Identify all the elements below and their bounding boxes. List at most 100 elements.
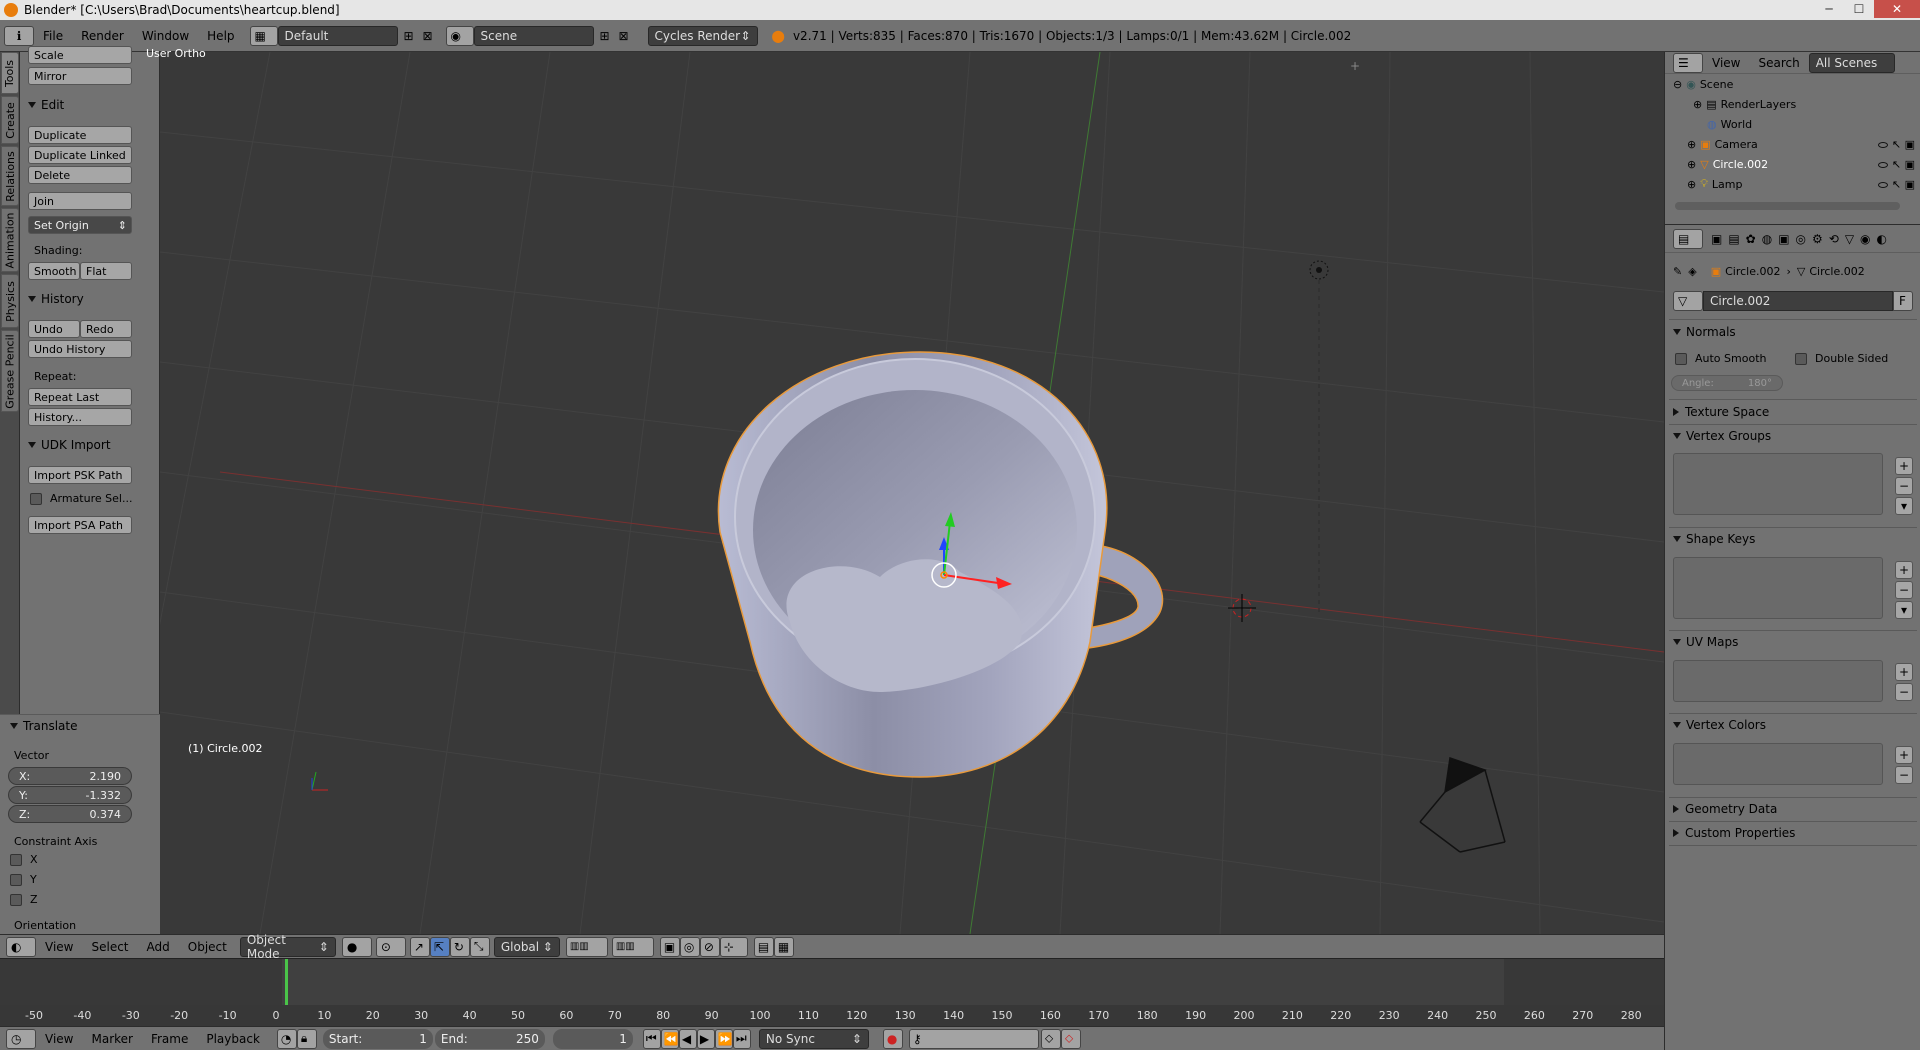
scene-field[interactable]: Scene: [473, 25, 594, 46]
custom-properties-panel-header[interactable]: Custom Properties: [1673, 826, 1795, 840]
menu-window[interactable]: Window: [133, 29, 198, 43]
scene-layers-icon[interactable]: ▥▥: [565, 936, 608, 957]
snap-element-icon[interactable]: ⊹: [719, 936, 748, 957]
render-engine-select[interactable]: Cycles Render ⇕: [647, 25, 758, 46]
translate-manipulator-icon[interactable]: ⇱: [429, 936, 450, 957]
import-psa-button[interactable]: Import PSA Path: [28, 516, 132, 534]
remove-vertex-color-icon[interactable]: −: [1895, 766, 1913, 784]
lock-camera-icon[interactable]: ▣: [659, 936, 680, 957]
play-reverse-icon[interactable]: ◀: [678, 1028, 697, 1049]
keying-set-icon[interactable]: ⚷: [908, 1028, 1039, 1049]
lock-range-icon[interactable]: 🔒︎: [296, 1028, 317, 1049]
add-vertex-group-icon[interactable]: +: [1895, 457, 1913, 475]
editor-type-timeline-icon[interactable]: ◷: [6, 1028, 36, 1049]
record-icon[interactable]: ●: [882, 1028, 903, 1049]
menu-marker[interactable]: Marker: [82, 1032, 141, 1046]
tab-relations[interactable]: Relations: [1, 146, 19, 206]
add-scene-icon[interactable]: ⊞: [594, 26, 616, 46]
jump-end-icon[interactable]: ⏭: [732, 1028, 751, 1049]
outliner-row-circle[interactable]: ⊕ ▽ Circle.002 ↖ ▣: [1665, 154, 1920, 174]
texture-space-panel-header[interactable]: Texture Space: [1673, 405, 1769, 419]
outliner-filter-select[interactable]: All Scenes: [1808, 52, 1895, 73]
transform-orientation-select[interactable]: Global ⇕: [493, 936, 560, 957]
add-vertex-color-icon[interactable]: +: [1895, 746, 1913, 764]
expand-icon[interactable]: ⊕: [1687, 138, 1696, 151]
add-layout-icon[interactable]: ⊞: [398, 26, 420, 46]
delete-button[interactable]: Delete: [28, 166, 132, 184]
jump-key-forward-icon[interactable]: ⏩: [714, 1028, 733, 1049]
outliner-menu-view[interactable]: View: [1703, 56, 1749, 70]
constraint-x-row[interactable]: X: [10, 853, 38, 866]
vertex-colors-panel-header[interactable]: Vertex Colors: [1673, 718, 1766, 732]
3d-viewport[interactable]: +: [160, 52, 1664, 934]
viewport-shading-icon[interactable]: ●: [341, 936, 372, 957]
outliner-row-scene[interactable]: ⊖ ◉ Scene: [1665, 74, 1920, 94]
end-frame-field[interactable]: End: 250: [434, 1028, 545, 1049]
editor-type-3d-icon[interactable]: ◐: [6, 936, 36, 957]
edit-panel-header[interactable]: Edit: [28, 98, 64, 112]
camera-object[interactable]: [1419, 756, 1506, 853]
properties-context-icons[interactable]: ▣▤✿◍▣◎⚙⟲▽◉◐: [1711, 232, 1893, 246]
screen-layout-icon[interactable]: ▦: [249, 25, 278, 46]
screen-layout-field[interactable]: Default: [277, 25, 398, 46]
menu-timeline-view[interactable]: View: [36, 1032, 82, 1046]
current-frame-indicator[interactable]: [285, 959, 288, 1005]
interaction-mode-select[interactable]: Object Mode ⇕: [239, 933, 336, 961]
editor-type-info-icon[interactable]: ℹ: [4, 25, 34, 46]
vector-z-field[interactable]: Z: 0.374: [8, 805, 132, 823]
expand-icon[interactable]: ⊕: [1687, 158, 1696, 171]
history-panel-header[interactable]: History: [28, 292, 84, 306]
lamp-object[interactable]: [1309, 260, 1329, 612]
tab-physics[interactable]: Physics: [1, 274, 19, 328]
armature-checkbox-row[interactable]: Armature Sel...: [30, 492, 132, 505]
menu-add[interactable]: Add: [138, 940, 179, 954]
scene-layers-2-icon[interactable]: ▥▥: [611, 936, 654, 957]
jump-key-back-icon[interactable]: ⏪: [660, 1028, 679, 1049]
constraint-y-checkbox[interactable]: [10, 874, 22, 886]
history-button[interactable]: History...: [28, 408, 132, 426]
tab-tools[interactable]: Tools: [1, 52, 19, 94]
visibility-eye-icon[interactable]: ↖ ▣: [1878, 138, 1915, 151]
add-shape-key-icon[interactable]: +: [1895, 561, 1913, 579]
tab-animation[interactable]: Animation: [1, 208, 19, 272]
mesh-name-field[interactable]: Circle.002: [1703, 291, 1893, 311]
visibility-eye-icon[interactable]: ↖ ▣: [1878, 158, 1915, 171]
duplicate-button[interactable]: Duplicate: [28, 126, 132, 144]
vector-y-field[interactable]: Y: -1.332: [8, 786, 132, 804]
constraint-z-row[interactable]: Z: [10, 893, 38, 906]
uv-maps-panel-header[interactable]: UV Maps: [1673, 635, 1738, 649]
remove-layout-icon[interactable]: ⊠: [420, 26, 436, 46]
expand-icon[interactable]: ⊕: [1693, 98, 1702, 111]
tab-create[interactable]: Create: [1, 96, 19, 144]
pin-icon[interactable]: ✎: [1673, 265, 1682, 278]
proportional-edit-icon[interactable]: ◎: [679, 936, 700, 957]
vertex-groups-panel-header[interactable]: Vertex Groups: [1673, 429, 1771, 443]
fake-user-button[interactable]: F: [1893, 291, 1913, 311]
editor-type-outliner-icon[interactable]: ☰: [1673, 52, 1703, 73]
menu-frame[interactable]: Frame: [142, 1032, 197, 1046]
remove-shape-key-icon[interactable]: −: [1895, 581, 1913, 599]
double-sided-checkbox[interactable]: [1795, 353, 1807, 365]
vertex-group-specials-icon[interactable]: ▾: [1895, 497, 1913, 515]
render-animation-icon[interactable]: ▦: [773, 936, 794, 957]
expand-icon[interactable]: ⊕: [1687, 178, 1696, 191]
shape-key-specials-icon[interactable]: ▾: [1895, 601, 1913, 619]
visibility-eye-icon[interactable]: ↖ ▣: [1878, 178, 1915, 191]
current-frame-field[interactable]: 1: [552, 1028, 633, 1049]
auto-smooth-angle-field[interactable]: Angle: 180°: [1671, 375, 1783, 391]
menu-view[interactable]: View: [36, 940, 82, 954]
menu-select[interactable]: Select: [82, 940, 137, 954]
viewport-scene[interactable]: +: [160, 52, 1664, 934]
remove-vertex-group-icon[interactable]: −: [1895, 477, 1913, 495]
outliner-row-camera[interactable]: ⊕ ▣ Camera ↖ ▣: [1665, 134, 1920, 154]
remove-uv-map-icon[interactable]: −: [1895, 683, 1913, 701]
minimize-button[interactable]: ─: [1814, 0, 1844, 18]
pivot-point-icon[interactable]: ⊙: [375, 936, 406, 957]
constraint-y-row[interactable]: Y: [10, 873, 37, 886]
play-icon[interactable]: ▶: [696, 1028, 715, 1049]
vertex-colors-list[interactable]: [1673, 743, 1883, 785]
double-sided-row[interactable]: Double Sided: [1795, 352, 1888, 365]
editor-type-properties-icon[interactable]: ▤: [1673, 228, 1703, 249]
insert-keyframe-icon[interactable]: ⬦: [1040, 1028, 1061, 1049]
remove-scene-icon[interactable]: ⊠: [616, 26, 632, 46]
